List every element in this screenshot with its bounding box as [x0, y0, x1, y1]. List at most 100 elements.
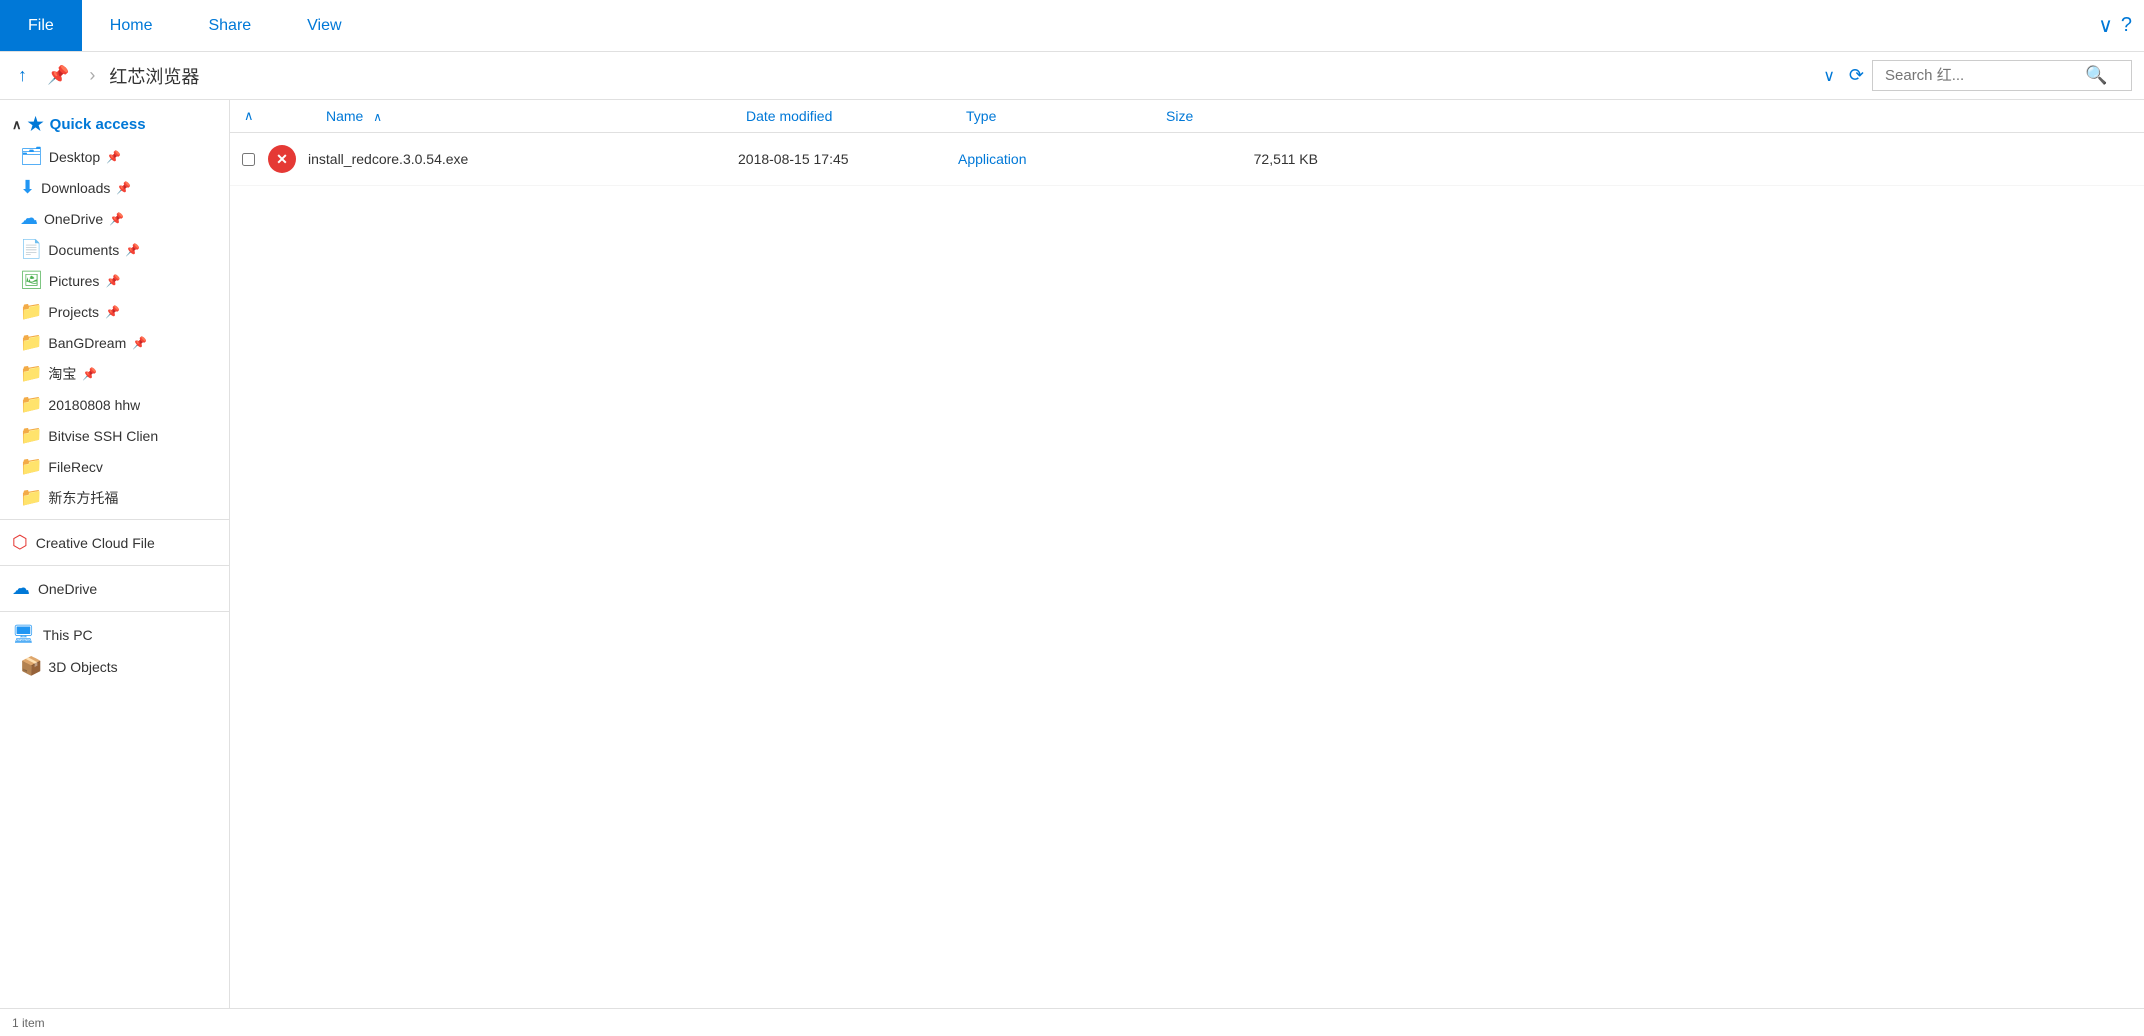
sidebar-item-creative-cloud[interactable]: ⬡ Creative Cloud File — [0, 526, 229, 559]
sidebar-item-downloads[interactable]: ⬇ Downloads 📌 — [0, 172, 229, 203]
address-bar: ↑ 📌 › 红芯浏览器 ∨ ⟳ 🔍 — [0, 52, 2144, 100]
sidebar-item-bitvise[interactable]: 📁 Bitvise SSH Clien — [0, 420, 229, 451]
status-bar: 1 item — [0, 1008, 2144, 1036]
sidebar-onedrive-label: OneDrive — [44, 211, 103, 227]
folder-icon: 📁 — [20, 301, 42, 322]
sidebar-documents-label: Documents — [48, 242, 119, 258]
sidebar-item-taobao[interactable]: 📁 淘宝 📌 — [0, 358, 229, 389]
search-dropdown-icon[interactable]: ∨ — [1823, 66, 1835, 86]
quick-access-header[interactable]: ∧ ★ Quick access — [0, 108, 229, 141]
sidebar-bangdream-label: BanGDream — [48, 335, 126, 351]
col-header-name[interactable]: Name ∧ — [266, 108, 746, 124]
file-checkbox[interactable] — [242, 153, 255, 166]
folder-icon: 🖼 — [20, 270, 43, 291]
folder-icon: ⬇ — [20, 177, 35, 198]
onedrive-icon: ☁ — [20, 208, 38, 229]
sidebar-divider-2 — [0, 565, 229, 566]
tab-share[interactable]: Share — [180, 0, 279, 51]
sidebar-item-onedrive[interactable]: ☁ OneDrive — [0, 572, 229, 605]
file-date: 2018-08-15 17:45 — [738, 151, 958, 167]
search-input[interactable] — [1885, 67, 2085, 84]
sidebar-item-projects[interactable]: 📁 Projects 📌 — [0, 296, 229, 327]
pin-icon: 📌 — [125, 243, 140, 257]
sidebar-this-pc-label: This PC — [43, 627, 93, 643]
folder-icon: 📁 — [20, 394, 42, 415]
pin-icon: 📌 — [105, 305, 120, 319]
status-text: 1 item — [12, 1016, 45, 1030]
file-type: Application — [958, 151, 1158, 167]
sidebar-item-documents[interactable]: 📄 Documents 📌 — [0, 234, 229, 265]
col-header-date[interactable]: Date modified — [746, 108, 966, 124]
nav-pin-button[interactable]: 📌 — [41, 61, 75, 90]
folder-icon: 📁 — [20, 487, 42, 508]
sidebar-item-this-pc[interactable]: 🖥 This PC — [0, 618, 229, 651]
content-area: ∧ Name ∧ Date modified Type Size install… — [230, 100, 2144, 1008]
main-layout: ∧ ★ Quick access 🗂 Desktop 📌 ⬇ Downloads… — [0, 100, 2144, 1008]
search-box[interactable]: 🔍 — [1872, 60, 2132, 91]
sidebar-item-desktop[interactable]: 🗂 Desktop 📌 — [0, 141, 229, 172]
refresh-button[interactable]: ⟳ — [1849, 65, 1864, 86]
pin-icon: 📌 — [105, 274, 120, 288]
sidebar-desktop-label: Desktop — [49, 149, 100, 165]
folder-icon: 📁 — [20, 332, 42, 353]
sidebar-divider — [0, 519, 229, 520]
tab-home[interactable]: Home — [82, 0, 181, 51]
sidebar-item-xindongfang[interactable]: 📁 新东方托福 — [0, 482, 229, 513]
sidebar-downloads-label: Downloads — [41, 180, 110, 196]
sidebar-xindongfang-label: 新东方托福 — [48, 488, 118, 508]
sidebar-3d-objects-label: 3D Objects — [48, 659, 117, 675]
search-icon[interactable]: 🔍 — [2085, 65, 2107, 86]
col-header-size[interactable]: Size — [1166, 108, 1346, 124]
sidebar: ∧ ★ Quick access 🗂 Desktop 📌 ⬇ Downloads… — [0, 100, 230, 1008]
sidebar-item-3d-objects[interactable]: 📦 3D Objects — [0, 651, 229, 682]
help-icon[interactable]: ? — [2121, 14, 2132, 37]
sidebar-item-20180808[interactable]: 📁 20180808 hhw — [0, 389, 229, 420]
pin-icon: 📌 — [106, 150, 121, 164]
sidebar-filerecv-label: FileRecv — [48, 459, 102, 475]
sidebar-item-pictures[interactable]: 🖼 Pictures 📌 — [0, 265, 229, 296]
sidebar-taobao-label: 淘宝 — [48, 364, 76, 384]
pin-icon: 📌 — [132, 336, 147, 350]
redcore-app-icon — [268, 145, 296, 173]
creative-cloud-icon: ⬡ — [12, 532, 28, 553]
folder-icon: 📄 — [20, 239, 42, 260]
folder-icon: 🗂 — [20, 146, 43, 167]
sidebar-item-onedrive-quick[interactable]: ☁ OneDrive 📌 — [0, 203, 229, 234]
this-pc-icon: 🖥 — [12, 624, 35, 645]
quick-access-label: Quick access — [50, 116, 146, 133]
star-icon: ★ — [28, 114, 44, 135]
sidebar-item-bangdream[interactable]: 📁 BanGDream 📌 — [0, 327, 229, 358]
folder-icon: 📁 — [20, 363, 42, 384]
col-header-type[interactable]: Type — [966, 108, 1166, 124]
file-size: 72,511 KB — [1158, 151, 1338, 167]
pin-icon: 📌 — [116, 181, 131, 195]
sidebar-item-filerecv[interactable]: 📁 FileRecv — [0, 451, 229, 482]
nav-up-button[interactable]: ↑ — [12, 61, 33, 90]
folder-icon: 📁 — [20, 425, 42, 446]
pin-icon: 📌 — [82, 367, 97, 381]
collapse-arrow-icon: ∧ — [12, 117, 22, 133]
sidebar-projects-label: Projects — [48, 304, 99, 320]
folder-icon: 📁 — [20, 456, 42, 477]
ribbon-right: ∨ ? — [2098, 13, 2144, 38]
file-checkbox-cell — [230, 153, 266, 166]
tab-file[interactable]: File — [0, 0, 82, 51]
sidebar-divider-3 — [0, 611, 229, 612]
file-icon — [266, 143, 298, 175]
nav-separator: › — [83, 61, 101, 90]
sort-arrow-name: ∧ — [373, 110, 382, 124]
sidebar-bitvise-label: Bitvise SSH Clien — [48, 428, 158, 444]
tab-view[interactable]: View — [279, 0, 369, 51]
file-name: install_redcore.3.0.54.exe — [308, 151, 738, 167]
column-headers: ∧ Name ∧ Date modified Type Size — [230, 100, 2144, 133]
sidebar-creative-cloud-label: Creative Cloud File — [36, 535, 155, 551]
sort-collapse-arrow[interactable]: ∧ — [244, 108, 254, 124]
sidebar-20180808-label: 20180808 hhw — [48, 397, 140, 413]
ribbon: File Home Share View ∨ ? — [0, 0, 2144, 52]
pin-icon: 📌 — [109, 212, 124, 226]
address-path[interactable]: 红芯浏览器 — [109, 63, 199, 89]
table-row[interactable]: install_redcore.3.0.54.exe 2018-08-15 17… — [230, 133, 2144, 186]
chevron-down-icon[interactable]: ∨ — [2098, 13, 2113, 38]
3d-objects-icon: 📦 — [20, 656, 42, 677]
onedrive-icon: ☁ — [12, 578, 30, 599]
